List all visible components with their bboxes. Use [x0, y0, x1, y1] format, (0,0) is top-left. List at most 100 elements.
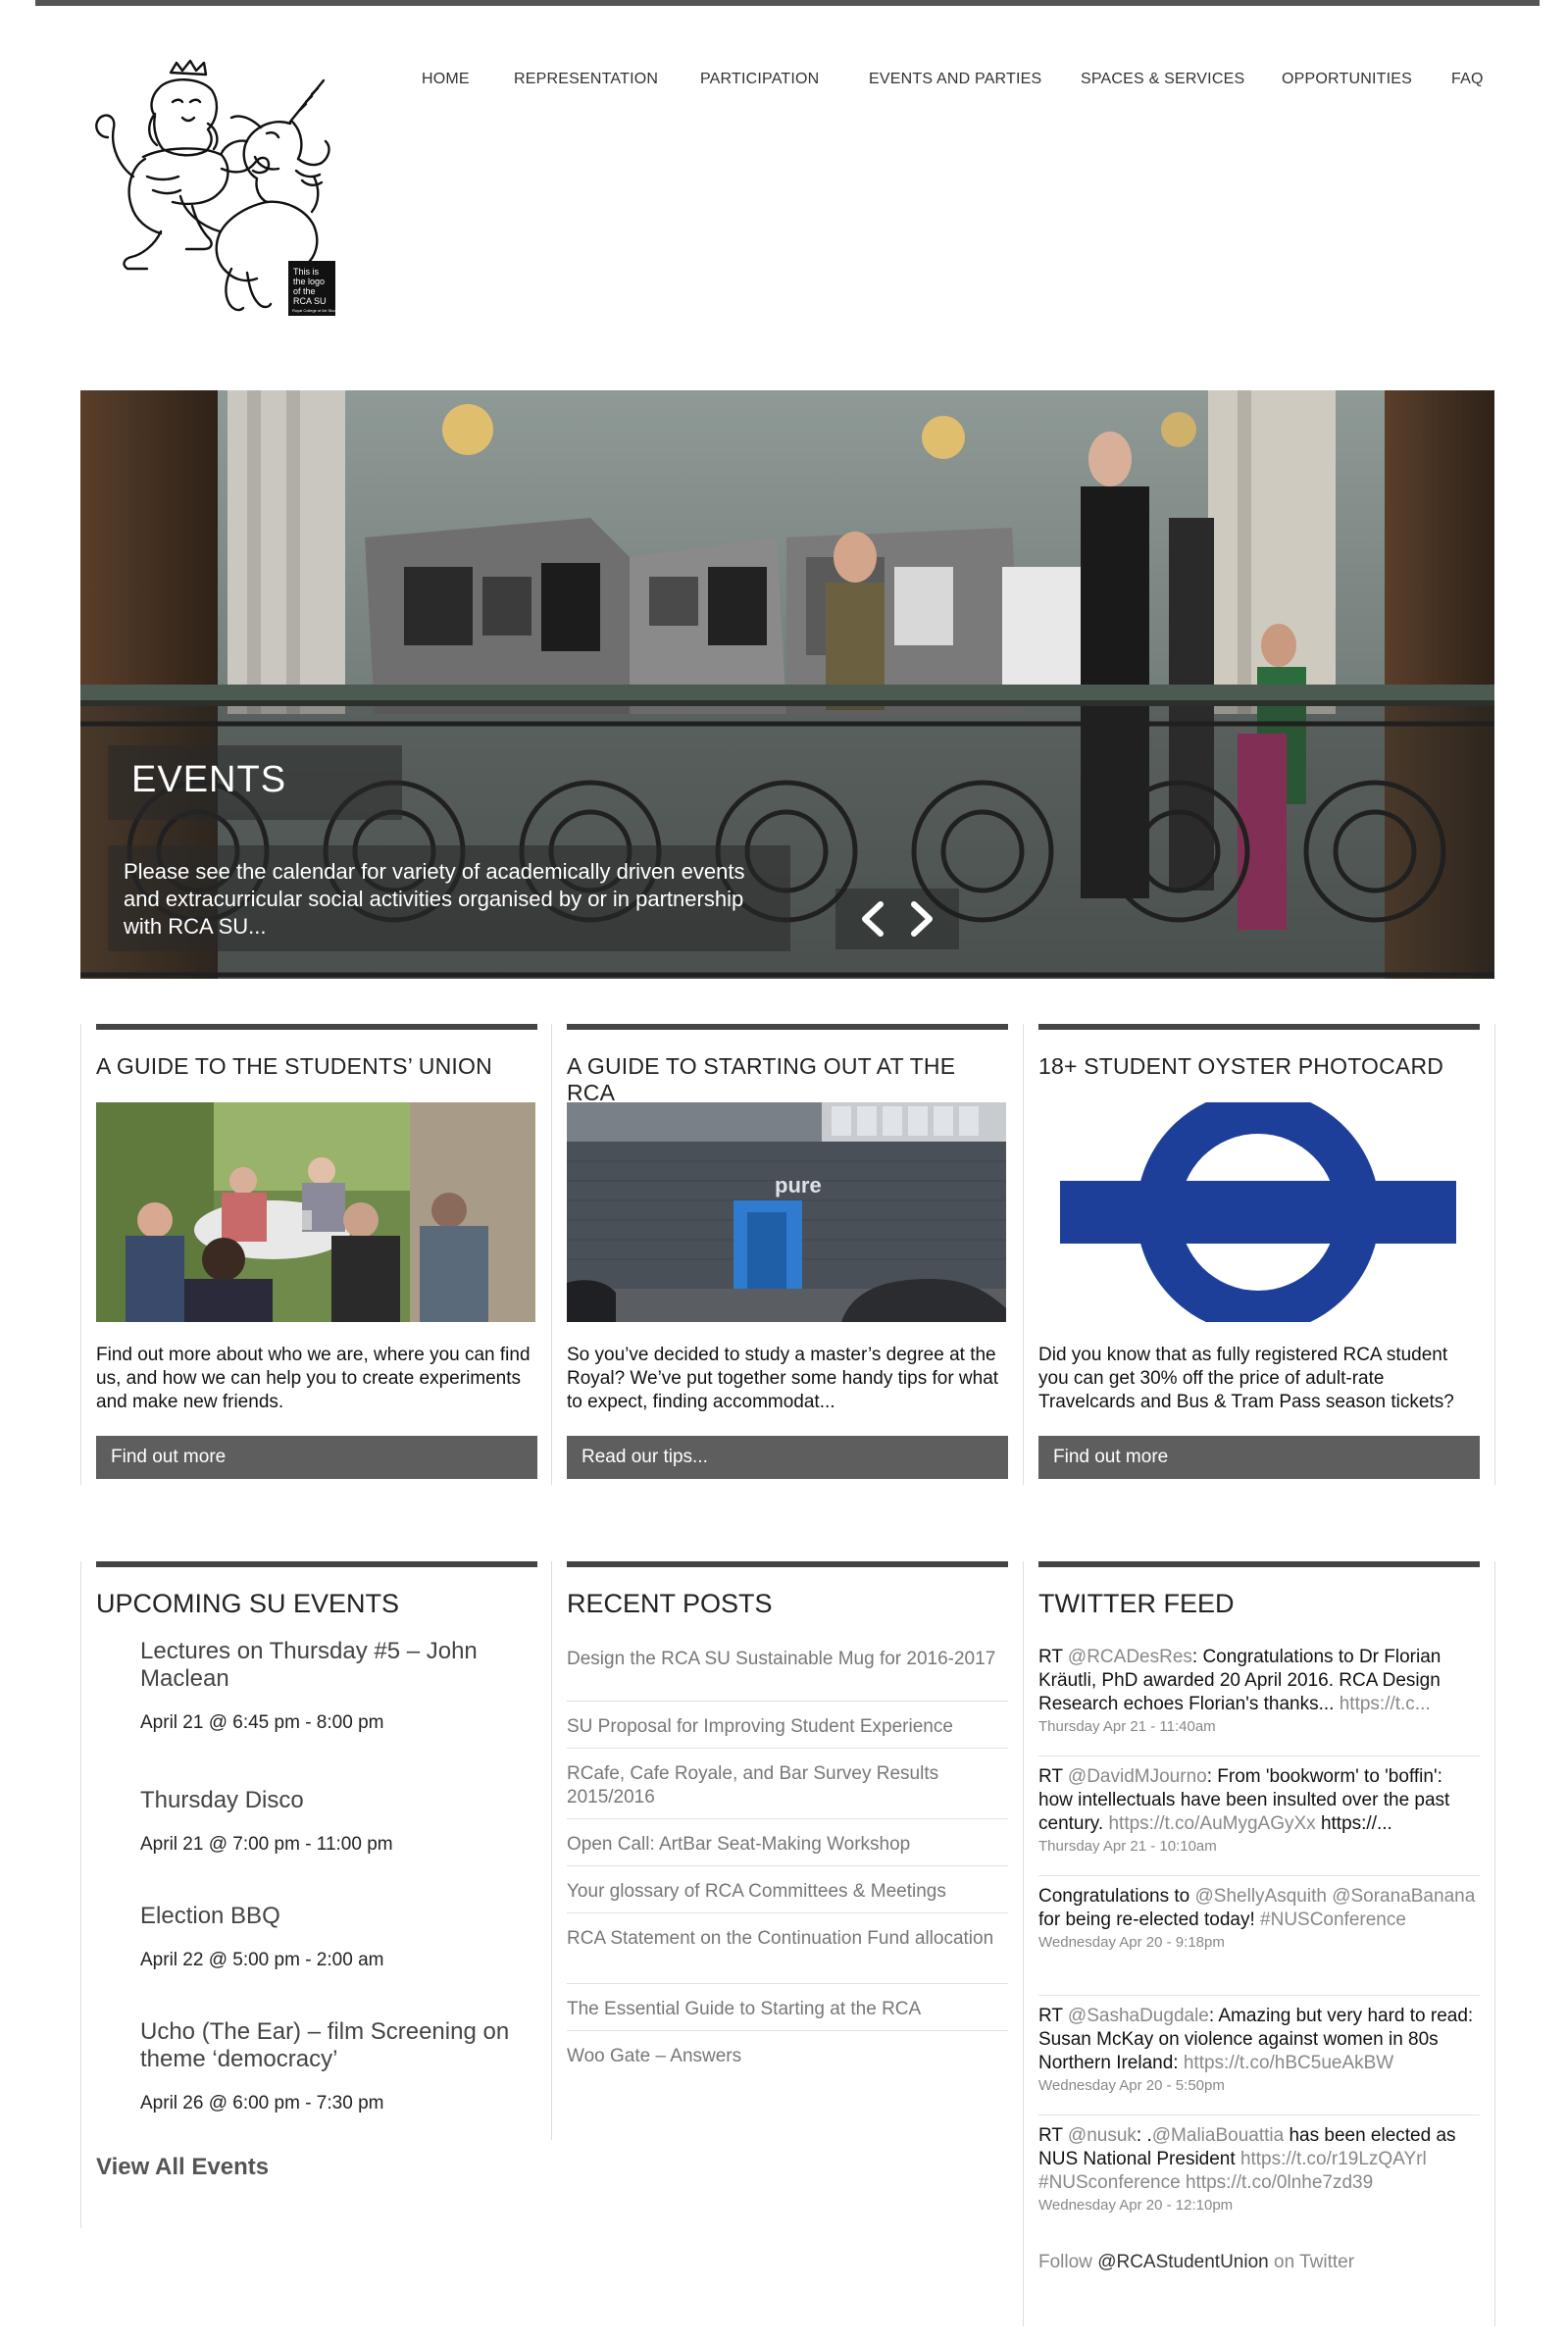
tweet-url-link[interactable]: https://t.co/0lnhe7zd39	[1186, 2172, 1373, 2193]
lion-unicorn-logo-image: This is the logo of the RCA SU Royal Col…	[95, 59, 356, 316]
follow-prefix: Follow	[1038, 2252, 1098, 2272]
divider	[567, 1701, 1008, 1702]
tweet: RT @nusuk: .@MaliaBouattia has been elec…	[1038, 2124, 1480, 2214]
tweet-url-link[interactable]: https://t.co/hBC5ueAkBW	[1184, 2053, 1393, 2073]
read-our-tips-button[interactable]: Read our tips...	[567, 1436, 1008, 1479]
tweet-mention-link[interactable]: @DavidMJourno	[1068, 1766, 1207, 1787]
event-title[interactable]: Ucho (The Ear) – film Screening on theme…	[140, 2018, 523, 2073]
widget-heading: RECENT POSTS	[567, 1589, 773, 1618]
tweet: RT @RCADesRes: Congratulations to Dr Flo…	[1038, 1646, 1480, 1735]
post-link[interactable]: The Essential Guide to Starting at the R…	[567, 1998, 1008, 2021]
post-link[interactable]: Design the RCA SU Sustainable Mug for 20…	[567, 1648, 1008, 1671]
svg-text:RCA SU: RCA SU	[293, 296, 327, 306]
tweet-hashtag-link[interactable]: #NUSconference	[1038, 2172, 1181, 2193]
tweet-timestamp: Wednesday Apr 20 - 12:10pm	[1038, 2197, 1234, 2214]
card-description: So you’ve decided to study a master’s de…	[567, 1345, 999, 1412]
tweet-timestamp: Thursday Apr 21 - 11:40am	[1038, 1718, 1216, 1735]
tweet-fragment: Congratulations to	[1038, 1886, 1195, 1907]
card-heading: A GUIDE TO THE STUDENTS’ UNION	[96, 1053, 492, 1079]
site-logo[interactable]: This is the logo of the RCA SU Royal Col…	[75, 59, 375, 316]
divider	[1494, 1024, 1495, 1485]
tweet-timestamp: Wednesday Apr 20 - 5:50pm	[1038, 2077, 1225, 2094]
find-out-more-button[interactable]: Find out more	[1038, 1436, 1480, 1479]
divider	[80, 1024, 81, 1485]
nav-faq[interactable]: FAQ	[1451, 71, 1484, 88]
tweet-mention-link[interactable]: @nusuk	[1068, 2125, 1137, 2146]
column-rule	[96, 1561, 537, 1567]
tweet-mention-link[interactable]: @ShellyAsquith	[1195, 1886, 1327, 1907]
tweet-hashtag-link[interactable]: #NUSConference	[1260, 1909, 1406, 1930]
column-rule	[1038, 1561, 1480, 1567]
tweet-text: RT @SashaDugdale: Amazing but very hard …	[1038, 2005, 1480, 2075]
event-title[interactable]: Lectures on Thursday #5 – John Maclean	[140, 1638, 523, 1693]
nav-participation[interactable]: PARTICIPATION	[700, 71, 819, 88]
event-item: Ucho (The Ear) – film Screening on theme…	[140, 2018, 523, 2114]
post-link[interactable]: Your glossary of RCA Committees & Meetin…	[567, 1880, 1008, 1904]
hero-caption: Please see the calendar for variety of a…	[124, 859, 745, 939]
card-students-union-guide: A GUIDE TO THE STUDENTS’ UNION Find out …	[96, 1024, 537, 1485]
nav-spaces-services[interactable]: SPACES & SERVICES	[1081, 71, 1244, 88]
divider	[567, 1912, 1008, 1913]
tweet-timestamp: Wednesday Apr 20 - 9:18pm	[1038, 1934, 1225, 1951]
tweet: RT @DavidMJourno: From 'bookworm' to 'bo…	[1038, 1765, 1480, 1855]
hero-slider: EVENTS Please see the calendar for varie…	[80, 390, 1494, 979]
tweet-timestamp: Thursday Apr 21 - 10:10am	[1038, 1838, 1217, 1855]
nav-home[interactable]: HOME	[422, 71, 470, 88]
tweet-text: RT @DavidMJourno: From 'bookworm' to 'bo…	[1038, 1765, 1480, 1836]
post-link[interactable]: RCafe, Cafe Royale, and Bar Survey Resul…	[567, 1762, 1008, 1809]
find-out-more-button[interactable]: Find out more	[96, 1436, 537, 1479]
post-link[interactable]: Open Call: ArtBar Seat-Making Workshop	[567, 1833, 1008, 1857]
divider	[567, 1865, 1008, 1866]
nav-opportunities[interactable]: OPPORTUNITIES	[1282, 71, 1412, 88]
event-title[interactable]: Thursday Disco	[140, 1787, 523, 1814]
card-heading: A GUIDE TO STARTING OUT AT THE RCA	[567, 1053, 956, 1105]
tweet-mention-link[interactable]: @RCADesRes	[1068, 1647, 1192, 1667]
tweet-url-link[interactable]: https://t.co/r19LzQAYrl	[1240, 2149, 1427, 2169]
card-image-students[interactable]	[96, 1102, 535, 1322]
divider	[1494, 1561, 1495, 2326]
card-heading: 18+ STUDENT OYSTER PHOTOCARD	[1038, 1053, 1444, 1079]
tweet-mention-link[interactable]: @SashaDugdale	[1068, 2006, 1209, 2026]
view-all-events-link[interactable]: View All Events	[96, 2154, 269, 2181]
svg-text:of the: of the	[293, 286, 316, 296]
card-starting-out-guide: A GUIDE TO STARTING OUT AT THE RCA pure …	[567, 1024, 1008, 1485]
recent-posts-widget: RECENT POSTS Design the RCA SU Sustainab…	[567, 1561, 1008, 2140]
post-link[interactable]: Woo Gate – Answers	[567, 2045, 1008, 2068]
tweet-url-link[interactable]: https://t.co/AuMygAGyXx	[1108, 1813, 1315, 1834]
event-date: April 21 @ 6:45 pm - 8:00 pm	[140, 1712, 384, 1733]
event-date: April 26 @ 6:00 pm - 7:30 pm	[140, 2093, 384, 2113]
divider	[567, 1983, 1008, 1984]
hero-title: EVENTS	[131, 759, 287, 800]
event-item: Lectures on Thursday #5 – John Maclean A…	[140, 1638, 523, 1734]
tweet-url-link[interactable]: https://t.c...	[1340, 1694, 1431, 1714]
top-bar	[35, 0, 1540, 6]
event-item: Thursday Disco April 21 @ 7:00 pm - 11:0…	[140, 1787, 523, 1856]
chevron-right-icon[interactable]	[902, 898, 941, 940]
tweet-fragment: RT	[1038, 2125, 1068, 2146]
tweet: Congratulations to @ShellyAsquith @Soran…	[1038, 1885, 1480, 1951]
chevron-left-icon[interactable]	[853, 898, 892, 940]
building-sign: pure	[775, 1173, 822, 1197]
upcoming-events-widget: UPCOMING SU EVENTS Lectures on Thursday …	[96, 1561, 537, 2228]
post-link[interactable]: SU Proposal for Improving Student Experi…	[567, 1715, 1008, 1739]
tweet-text: RT @nusuk: .@MaliaBouattia has been elec…	[1038, 2124, 1480, 2195]
post-link[interactable]: RCA Statement on the Continuation Fund a…	[567, 1927, 1008, 1951]
event-date: April 21 @ 7:00 pm - 11:00 pm	[140, 1834, 393, 1855]
tweet-text: RT @RCADesRes: Congratulations to Dr Flo…	[1038, 1646, 1480, 1716]
nav-representation[interactable]: REPRESENTATION	[514, 71, 658, 88]
event-item: Election BBQ April 22 @ 5:00 pm - 2:00 a…	[140, 1903, 523, 1971]
tweet-fragment: RT	[1038, 1766, 1068, 1787]
tweet-mention-link[interactable]: @MaliaBouattia	[1152, 2125, 1284, 2146]
card-oyster-photocard: 18+ STUDENT OYSTER PHOTOCARD Did you kno…	[1038, 1024, 1480, 1485]
tfl-roundel-icon[interactable]	[1038, 1102, 1478, 1322]
card-description: Find out more about who we are, where yo…	[96, 1345, 531, 1412]
svg-text:This is: This is	[293, 267, 320, 277]
svg-text:the logo: the logo	[293, 277, 325, 286]
tweet-fragment: for being re-elected today!	[1038, 1909, 1261, 1930]
card-description: Did you know that as fully registered RC…	[1038, 1345, 1454, 1412]
nav-events-and-parties[interactable]: EVENTS AND PARTIES	[869, 71, 1041, 88]
event-title[interactable]: Election BBQ	[140, 1903, 523, 1930]
card-image-building[interactable]: pure	[567, 1102, 1006, 1322]
follow-handle-link[interactable]: @RCAStudentUnion	[1097, 2252, 1269, 2272]
tweet-mention-link[interactable]: @SoranaBanana	[1332, 1886, 1475, 1907]
